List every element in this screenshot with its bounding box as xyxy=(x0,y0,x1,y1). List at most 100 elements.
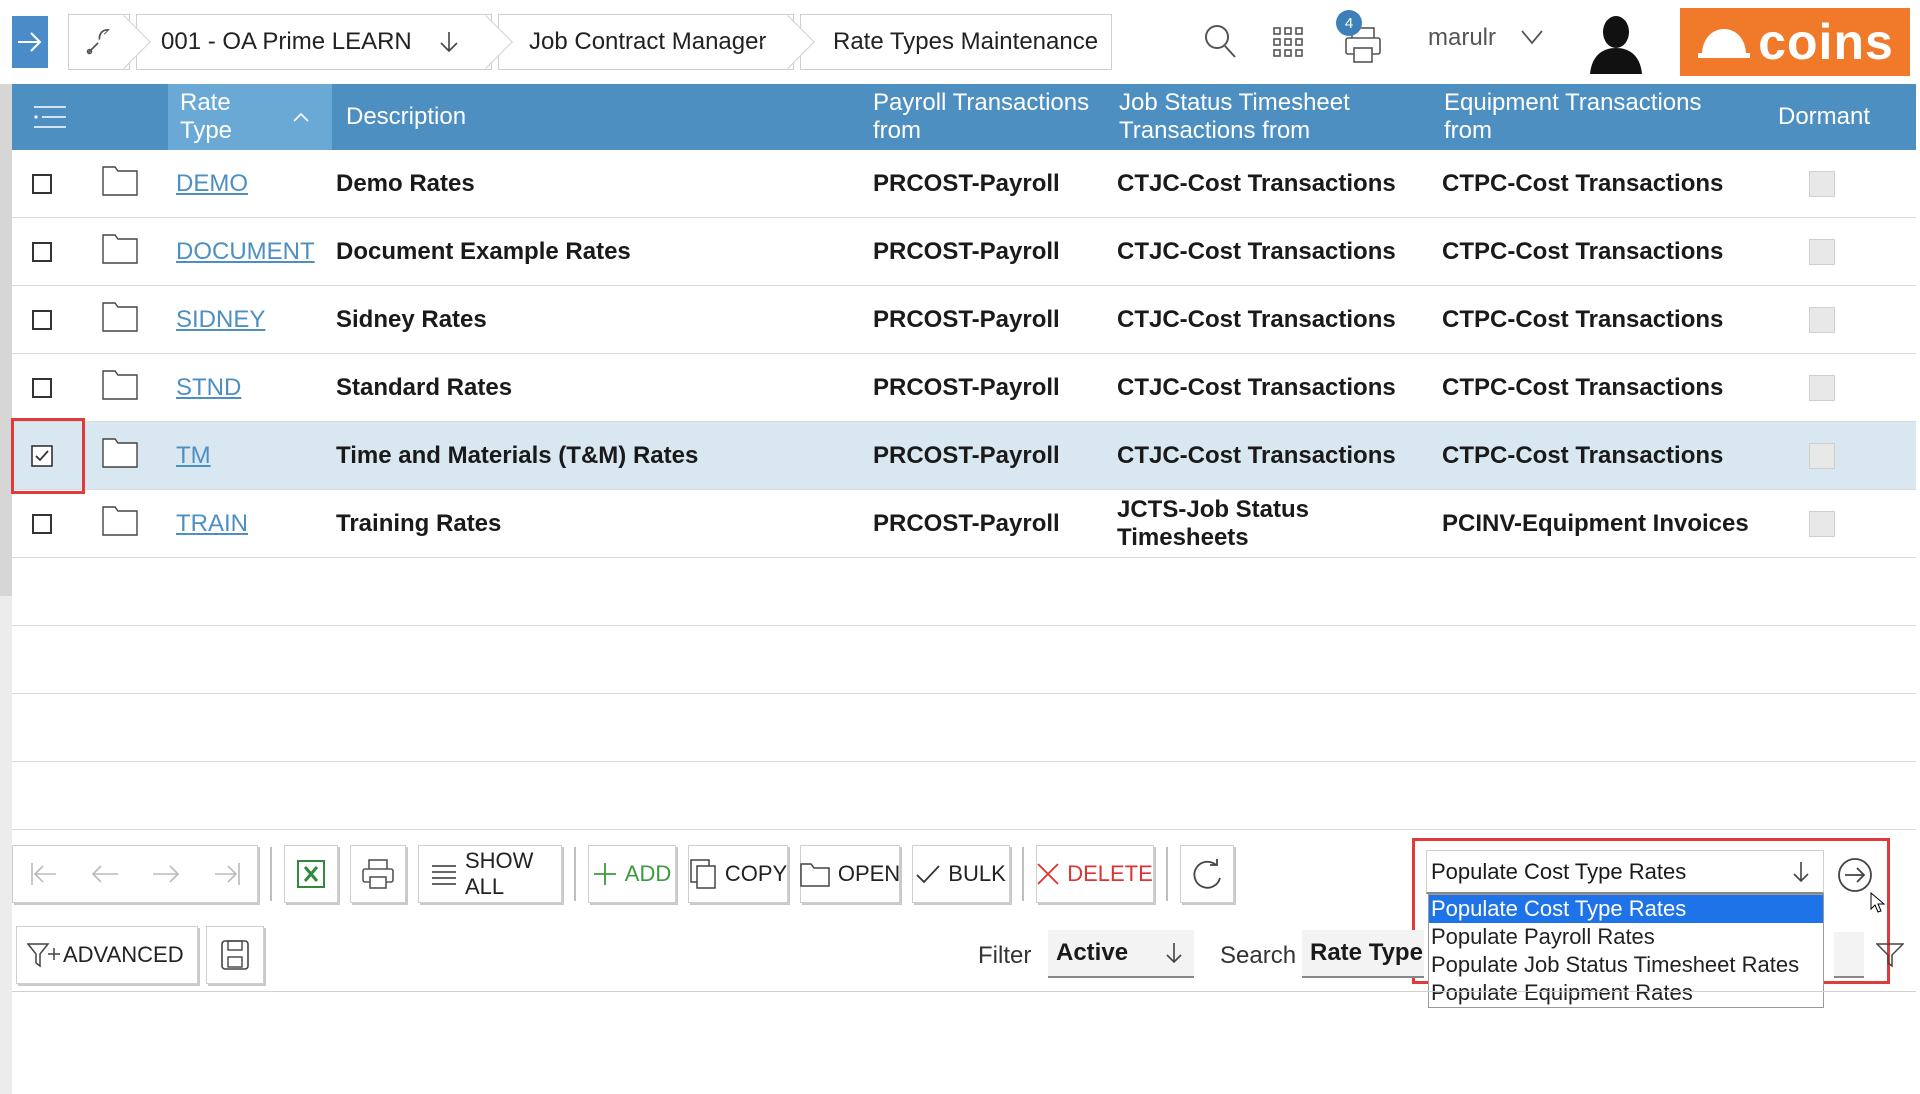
checkbox-icon xyxy=(32,377,52,398)
page-title: Rate Types Maintenance xyxy=(833,28,1099,55)
print-count-badge: 4 xyxy=(1336,10,1362,36)
breadcrumb-page: Rate Types Maintenance xyxy=(800,14,1112,70)
dormant-checkbox[interactable] xyxy=(1772,510,1872,537)
checkbox-icon xyxy=(1809,374,1835,401)
table-row[interactable]: DOCUMENT Document Example Rates PRCOST-Pay… xyxy=(12,218,1916,286)
job-status-cell: CTJC-Cost Transactions xyxy=(1117,373,1396,401)
advanced-filter-button[interactable]: ADVANCED xyxy=(16,926,198,984)
open-record-folder[interactable] xyxy=(72,504,168,543)
apps-grid-icon[interactable] xyxy=(1272,26,1304,63)
row-select-checkbox[interactable] xyxy=(12,309,72,330)
job-status-cell: CTJC-Cost Transactions xyxy=(1117,169,1396,197)
table-row[interactable]: STND Standard Rates PRCOST-Payroll CTJC-Cos… xyxy=(12,354,1916,422)
add-button[interactable]: ADD xyxy=(588,845,676,903)
arrow-right-icon xyxy=(18,32,42,52)
refresh-button[interactable] xyxy=(1180,845,1234,903)
company-selector[interactable]: 001 - OA Prime LEARN xyxy=(136,14,513,70)
checkbox-icon xyxy=(1809,442,1835,469)
dormant-checkbox[interactable] xyxy=(1772,238,1872,265)
copy-icon xyxy=(689,858,717,890)
folder-icon xyxy=(102,504,138,543)
filter-value: Active xyxy=(1056,939,1129,966)
export-excel-button[interactable] xyxy=(284,845,338,903)
dormant-checkbox[interactable] xyxy=(1772,170,1872,197)
description-header-label: Description xyxy=(346,103,467,130)
rate-type-header-label: Rate Type xyxy=(180,89,233,144)
open-record-folder[interactable] xyxy=(72,232,168,271)
job-status-cell: CTJC-Cost Transactions xyxy=(1117,441,1396,469)
delete-button[interactable]: DELETE xyxy=(1036,845,1154,903)
table-row[interactable]: SIDNEY Sidney Rates PRCOST-Payroll CTJC-Cos… xyxy=(12,286,1916,354)
checkbox-icon xyxy=(1809,170,1835,197)
row-select-checkbox[interactable] xyxy=(12,377,72,398)
chevron-down-icon[interactable] xyxy=(1520,28,1544,51)
rate-type-link[interactable]: DEMO xyxy=(176,170,248,197)
dormant-checkbox[interactable] xyxy=(1772,306,1872,333)
expand-arrow-button[interactable] xyxy=(12,16,48,68)
open-record-folder[interactable] xyxy=(72,164,168,203)
equipment-cell: CTPC-Cost Transactions xyxy=(1442,169,1724,197)
table-row[interactable]: DEMO Demo Rates PRCOST-Payroll CTJC-Cost Tr… xyxy=(12,150,1916,218)
search-icon[interactable] xyxy=(1202,22,1238,65)
folder-icon xyxy=(102,368,138,407)
print-button[interactable] xyxy=(350,845,406,903)
filter-icon[interactable] xyxy=(1875,942,1905,973)
checkbox-icon xyxy=(32,513,52,534)
rate-type-link[interactable]: DOCUMENT xyxy=(176,238,315,265)
rate-type-link[interactable]: STND xyxy=(176,374,241,401)
description-cell: Document Example Rates xyxy=(336,237,631,265)
brand-logo: coins xyxy=(1680,8,1910,76)
username[interactable]: marulr xyxy=(1428,24,1496,52)
column-header-description[interactable]: Description xyxy=(332,84,869,150)
arrow-down-icon xyxy=(1793,861,1809,882)
save-filter-button[interactable] xyxy=(206,926,264,984)
action-select[interactable]: Populate Cost Type Rates xyxy=(1426,850,1824,894)
dormant-checkbox[interactable] xyxy=(1772,374,1872,401)
checkbox-icon xyxy=(32,241,52,262)
rate-type-link[interactable]: SIDNEY xyxy=(176,306,265,333)
show-all-button[interactable]: SHOW ALL xyxy=(418,845,562,903)
previous-record-icon[interactable] xyxy=(90,861,120,887)
copy-button[interactable]: COPY xyxy=(688,845,788,903)
show-all-label: SHOW ALL xyxy=(465,848,534,899)
checkbox-icon xyxy=(32,309,52,330)
table-row[interactable]: TM Time and Materials (T&M) Rates PRCOST-P… xyxy=(11,418,1916,494)
open-button[interactable]: OPEN xyxy=(800,845,900,903)
job-status-cell: CTJC-Cost Transactions xyxy=(1117,237,1396,265)
job-status-cell: JCTS-Job Status Timesheets xyxy=(1117,495,1310,551)
row-select-checkbox[interactable] xyxy=(12,173,72,194)
checkbox-icon xyxy=(1809,238,1835,265)
checkbox-icon xyxy=(1809,306,1835,333)
search-field-select[interactable]: Rate Type xyxy=(1302,930,1424,978)
open-record-folder[interactable] xyxy=(72,436,168,475)
equipment-cell: CTPC-Cost Transactions xyxy=(1442,237,1724,265)
excel-icon xyxy=(297,860,325,888)
avatar[interactable] xyxy=(1586,12,1646,74)
run-action-button[interactable] xyxy=(1836,856,1874,899)
breadcrumb-module[interactable]: Job Contract Manager xyxy=(498,14,815,70)
equipment-cell: CTPC-Cost Transactions xyxy=(1442,441,1724,469)
row-select-checkbox[interactable] xyxy=(12,513,72,534)
open-record-folder[interactable] xyxy=(72,300,168,339)
column-header-equipment[interactable]: Equipment Transactions from xyxy=(1440,84,1772,150)
open-record-folder[interactable] xyxy=(72,368,168,407)
dormant-checkbox[interactable] xyxy=(1772,442,1872,469)
rate-type-link[interactable]: TM xyxy=(176,442,211,469)
rate-type-link[interactable]: TRAIN xyxy=(176,510,248,537)
next-record-icon[interactable] xyxy=(151,861,181,887)
column-header-rate-type[interactable]: Rate Type xyxy=(168,84,332,150)
search-input[interactable] xyxy=(1834,932,1864,978)
action-option[interactable]: Populate Cost Type Rates xyxy=(1429,895,1823,923)
last-record-icon[interactable] xyxy=(212,861,242,887)
column-header-job-status[interactable]: Job Status Timesheet Transactions from xyxy=(1115,84,1440,150)
filter-select[interactable]: Active xyxy=(1048,930,1194,978)
bulk-button[interactable]: BULK xyxy=(912,845,1010,903)
column-header-payroll[interactable]: Payroll Transactions from xyxy=(869,84,1115,150)
column-menu-button[interactable] xyxy=(12,84,168,150)
tools-button[interactable] xyxy=(68,14,151,70)
row-select-checkbox[interactable] xyxy=(12,241,72,262)
first-record-icon[interactable] xyxy=(29,861,59,887)
column-header-dormant[interactable]: Dormant xyxy=(1772,84,1916,150)
scrollbar-track[interactable] xyxy=(0,84,12,596)
table-row[interactable]: TRAIN Training Rates PRCOST-Payroll JCTS-Jo… xyxy=(12,490,1916,558)
